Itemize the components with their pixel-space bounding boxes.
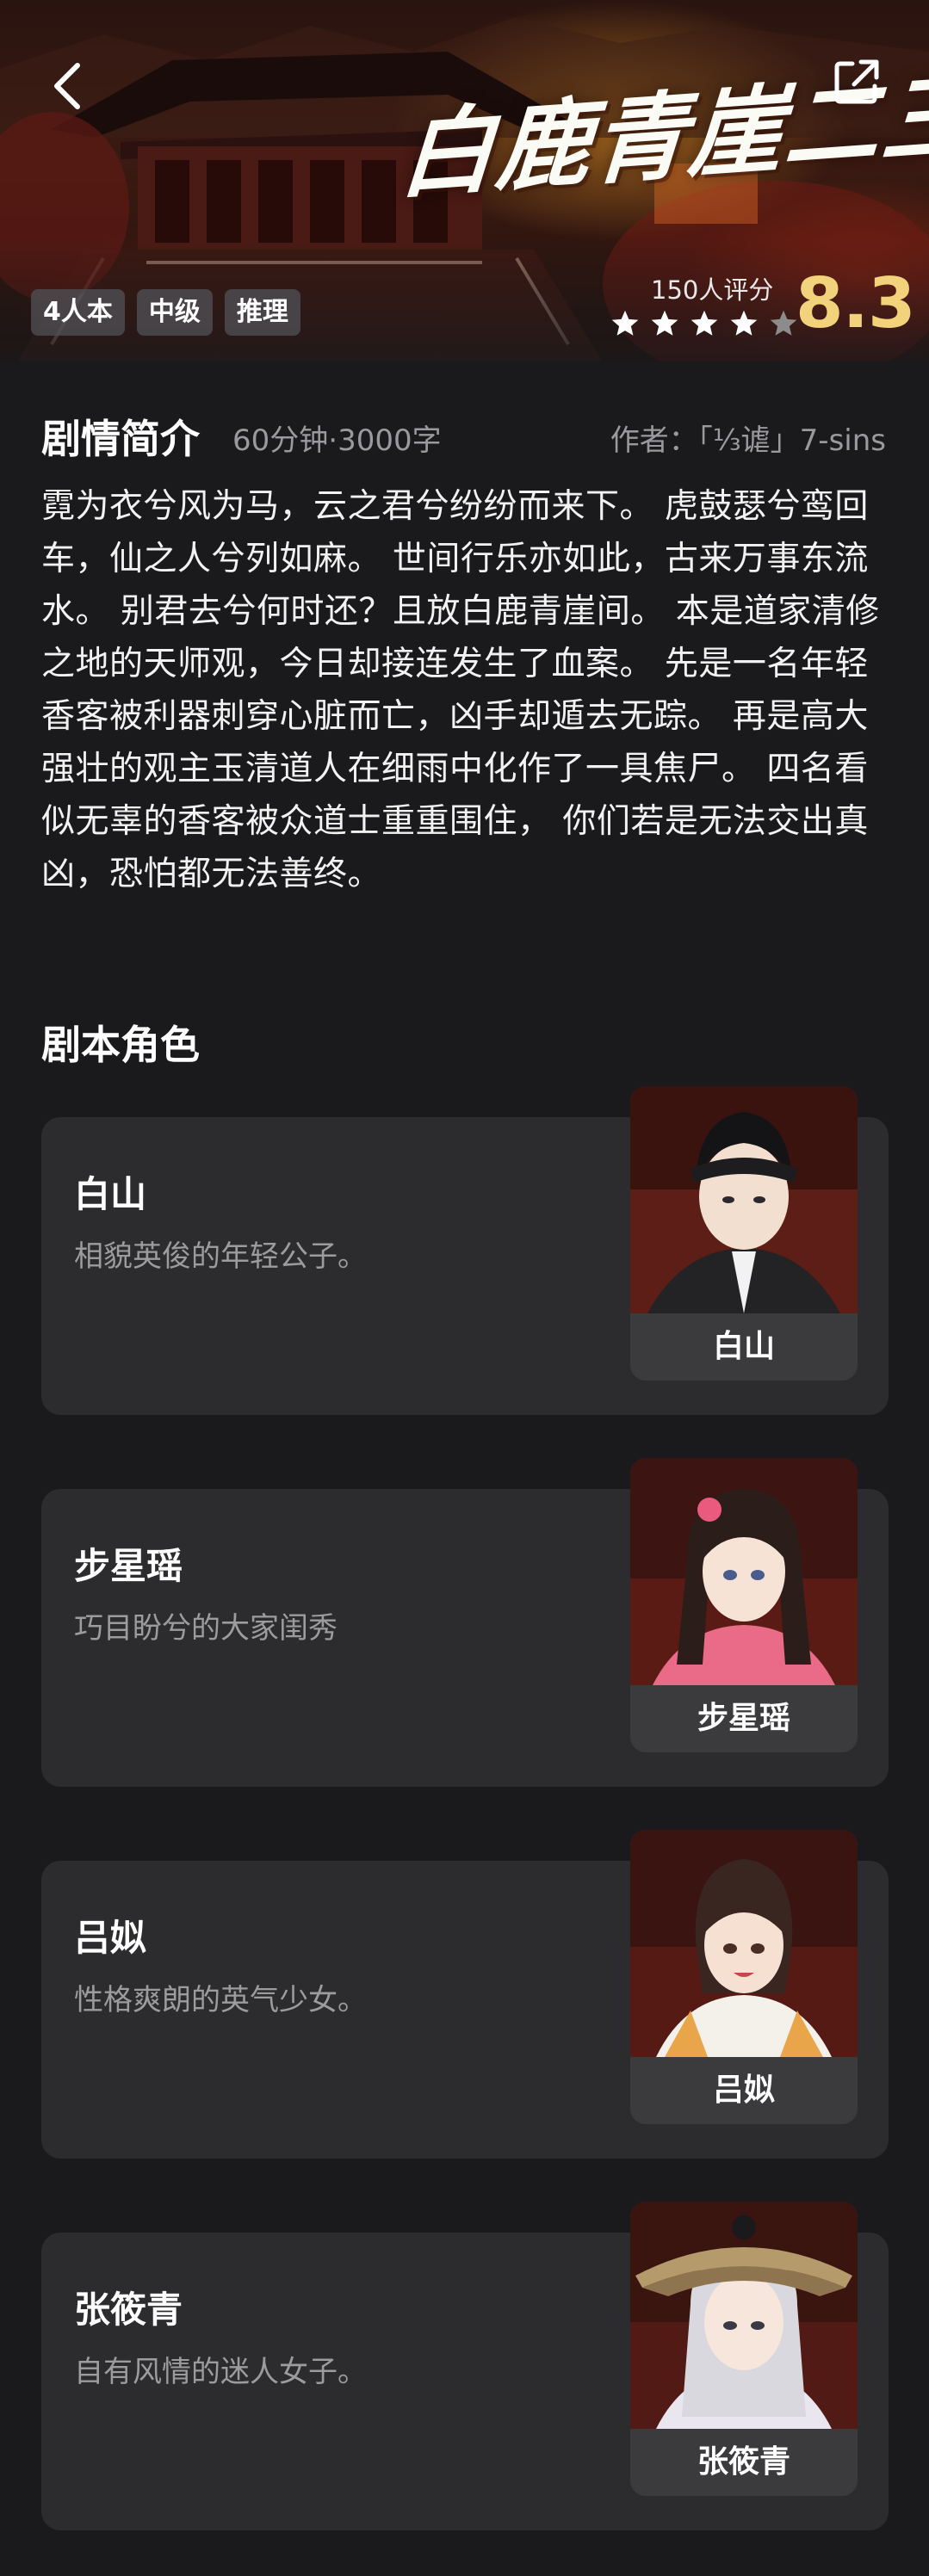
role-portrait[interactable]: 白山: [630, 1086, 858, 1381]
tag-difficulty: 中级: [136, 289, 213, 336]
portrait-image: [630, 1086, 858, 1313]
chevron-left-icon[interactable]: [48, 60, 86, 112]
role-name: 步星瑶: [74, 1545, 183, 1587]
role-portrait[interactable]: 张筱青: [630, 2202, 858, 2496]
star-icon: [611, 310, 639, 336]
portrait-label: 步星瑶: [630, 1685, 858, 1752]
author-label[interactable]: 作者：「⅓谑」7-sins: [610, 417, 886, 459]
portrait-label: 白山: [630, 1313, 858, 1381]
hero-banner: 白鹿青崖二三事 4人本 中级 推理 150人评分 8.3: [0, 0, 929, 361]
star-icon: [691, 310, 718, 336]
portrait-label: 张筱青: [630, 2429, 858, 2496]
star-empty-icon: [770, 310, 797, 336]
role-name: 张筱青: [74, 2289, 183, 2331]
role-name: 白山: [74, 1173, 147, 1215]
role-portrait[interactable]: 步星瑶: [630, 1458, 858, 1752]
role-portrait[interactable]: 吕姒: [630, 1830, 858, 2124]
role-description: 巧目盼兮的大家闺秀: [74, 1611, 338, 1646]
star-icon: [651, 310, 678, 336]
synopsis-heading: 剧情简介: [41, 416, 200, 462]
tag-players: 4人本: [31, 289, 125, 336]
star-icon: [730, 310, 758, 336]
role-name: 吕姒: [74, 1917, 147, 1959]
star-rating: [610, 308, 799, 339]
tag-genre: 推理: [224, 289, 300, 336]
external-link-icon[interactable]: [832, 57, 882, 107]
role-description: 相貌英俊的年轻公子。: [74, 1239, 367, 1274]
roles-heading: 剧本角色: [41, 1022, 200, 1068]
portrait-image: [630, 1830, 858, 2057]
role-description: 自有风情的迷人女子。: [74, 2355, 367, 2389]
synopsis-text: 霓为衣兮风为马，云之君兮纷纷而来下。 虎鼓瑟兮鸾回车，仙之人兮列如麻。 世间行乐…: [41, 487, 880, 893]
synopsis-meta: 60分钟·3000字: [232, 423, 442, 458]
rating-score: 8.3: [796, 263, 916, 343]
role-description: 性格爽朗的英气少女。: [74, 1983, 367, 2017]
rating-count: 150人评分: [651, 275, 774, 305]
tag-list: 4人本 中级 推理: [31, 289, 300, 336]
portrait-image: [630, 1458, 858, 1685]
portrait-image: [630, 2202, 858, 2429]
portrait-label: 吕姒: [630, 2057, 858, 2124]
